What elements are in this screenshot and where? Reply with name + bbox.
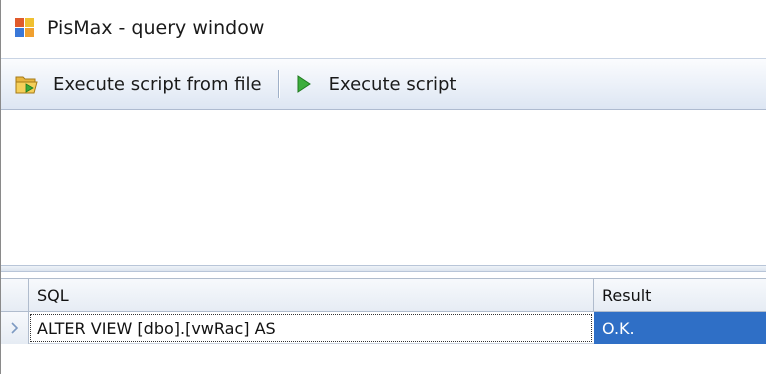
query-editor[interactable] <box>1 111 766 265</box>
play-icon <box>297 75 311 93</box>
row-indicator-header <box>1 279 29 312</box>
title-bar: PisMax - query window <box>1 0 766 56</box>
row-indicator[interactable] <box>1 312 29 344</box>
execute-script-from-file-button[interactable]: Execute script from file <box>15 64 262 104</box>
results-grid: SQL Result ALTER VIEW [dbo].[vwRac] AS O… <box>1 278 766 374</box>
cell-sql[interactable]: ALTER VIEW [dbo].[vwRac] AS <box>30 314 592 342</box>
cell-result[interactable]: O.K. <box>594 312 766 344</box>
column-header-sql[interactable]: SQL <box>29 279 594 312</box>
execute-script-label: Execute script <box>328 73 457 95</box>
row-arrow-icon <box>10 322 18 334</box>
window-title: PisMax - query window <box>47 17 265 39</box>
table-row[interactable]: ALTER VIEW [dbo].[vwRac] AS O.K. <box>1 312 766 344</box>
execute-script-from-file-label: Execute script from file <box>53 73 262 95</box>
panel-splitter[interactable] <box>1 265 766 272</box>
execute-script-button[interactable]: Execute script <box>297 64 457 104</box>
toolbar-separator <box>277 70 279 98</box>
toolbar: Execute script from file Execute script <box>1 58 766 110</box>
grid-header: SQL Result <box>1 278 766 312</box>
query-window: PisMax - query window Execute script fro… <box>0 0 766 374</box>
column-header-result[interactable]: Result <box>594 279 766 312</box>
folder-open-icon <box>15 76 38 94</box>
pismax-app-icon <box>15 18 35 38</box>
